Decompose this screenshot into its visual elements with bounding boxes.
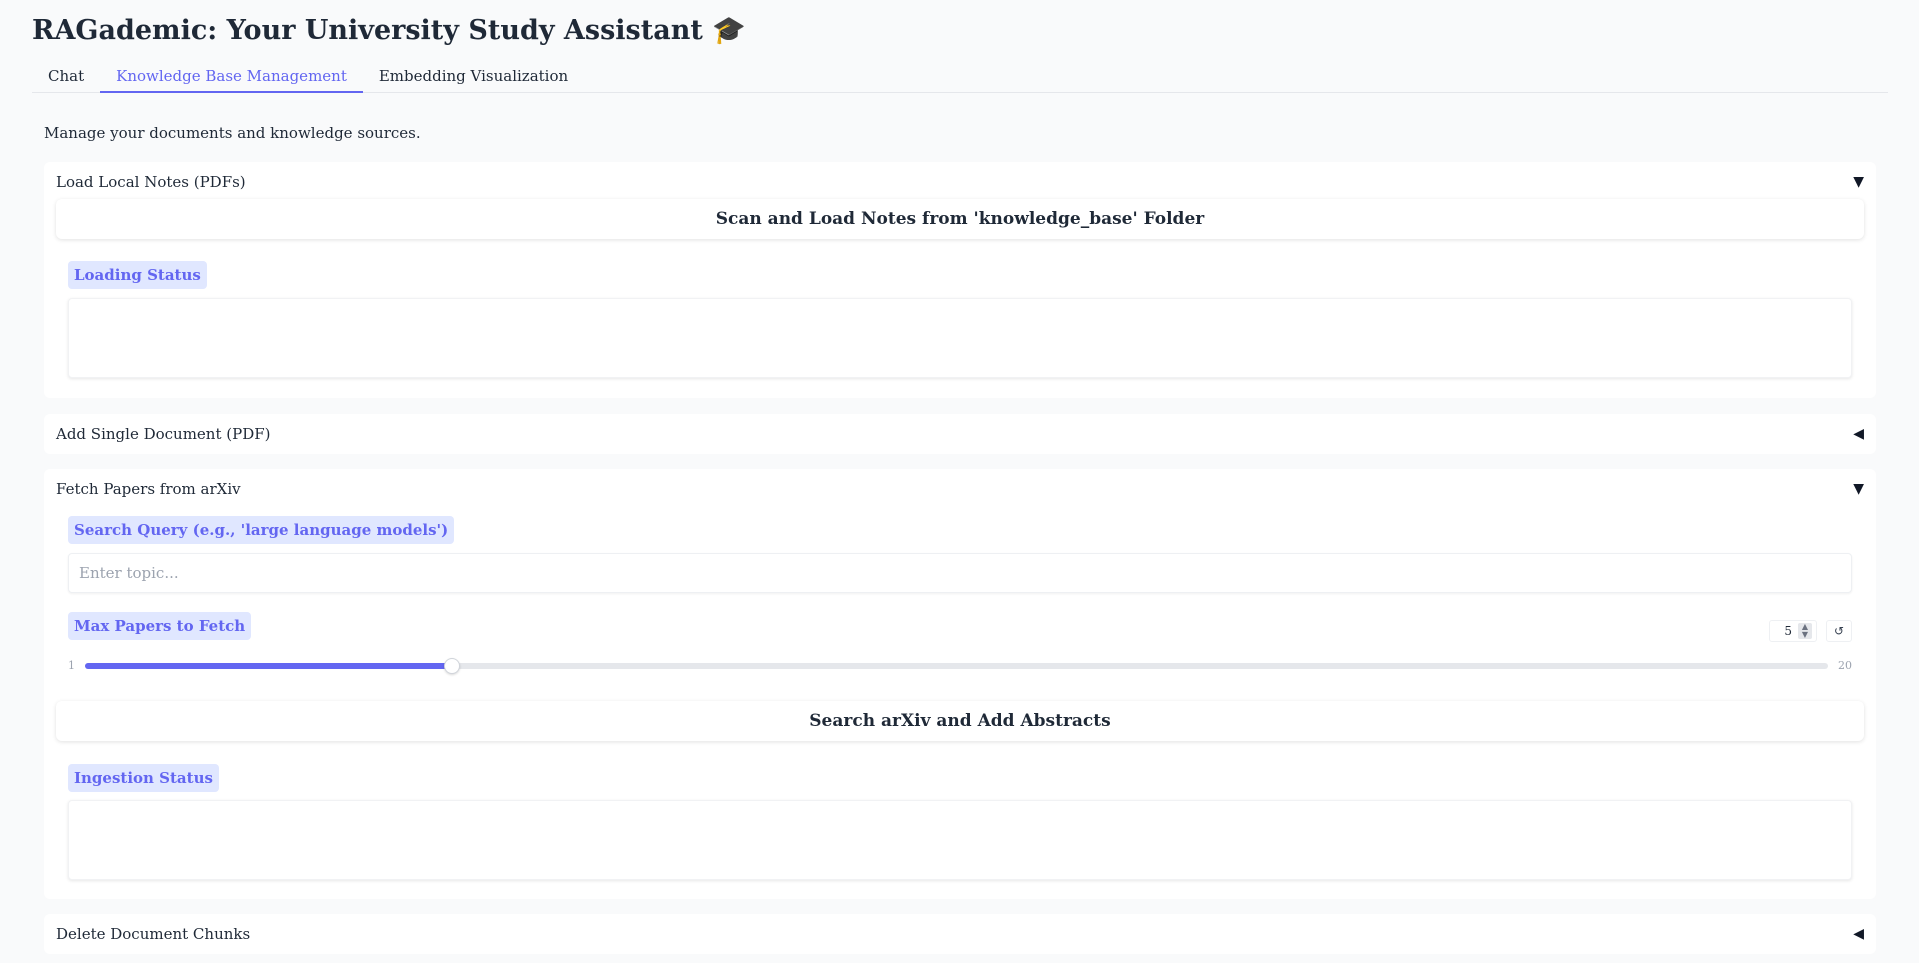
ingestion-status-output[interactable] [68,800,1852,880]
search-query-input[interactable] [68,553,1852,593]
caret-left-icon: ◀ [1853,926,1864,942]
caret-down-icon: ▼ [1853,174,1864,190]
loading-status-output[interactable] [68,298,1852,378]
accordion-delete-document-chunks: Delete Document Chunks ◀ [44,914,1876,954]
max-papers-value: 5 [1784,624,1792,638]
search-arxiv-button[interactable]: Search arXiv and Add Abstracts [56,701,1864,741]
accordion-title: Fetch Papers from arXiv [56,480,241,498]
updown-icon[interactable]: ▲ ▼ [1798,623,1812,639]
scan-load-notes-button[interactable]: Scan and Load Notes from 'knowledge_base… [56,199,1864,239]
app-title: RAGademic: Your University Study Assista… [32,15,746,46]
caret-down-icon: ▼ [1853,481,1864,497]
accordion-title: Add Single Document (PDF) [56,425,271,443]
accordion-load-local-notes: Load Local Notes (PDFs) ▼ Scan and Load … [44,162,1876,398]
accordion-header-add-single-document[interactable]: Add Single Document (PDF) ◀ [56,414,1864,454]
caret-left-icon: ◀ [1853,426,1864,442]
accordion-header-delete-document-chunks[interactable]: Delete Document Chunks ◀ [56,914,1864,954]
accordion-fetch-arxiv: Fetch Papers from arXiv ▼ Search Query (… [44,469,1876,899]
page-subtitle: Manage your documents and knowledge sour… [44,124,421,142]
tab-bar: Chat Knowledge Base Management Embedding… [32,63,1888,93]
max-papers-number-input[interactable]: 5 ▲ ▼ [1769,620,1817,642]
max-papers-slider[interactable] [85,658,1828,674]
accordion-title: Delete Document Chunks [56,925,251,943]
slider-min-label: 1 [68,659,75,672]
max-papers-label: Max Papers to Fetch [68,612,252,640]
accordion-header-fetch-arxiv[interactable]: Fetch Papers from arXiv ▼ [56,469,1864,509]
slider-max-label: 20 [1838,659,1852,672]
tab-embedding-visualization[interactable]: Embedding Visualization [363,63,584,93]
reset-icon[interactable]: ↺ [1826,620,1852,642]
loading-status-label: Loading Status [68,261,207,289]
slider-fill [85,663,452,669]
accordion-add-single-document: Add Single Document (PDF) ◀ [44,414,1876,454]
tab-knowledge-base-management[interactable]: Knowledge Base Management [100,63,363,93]
search-query-label: Search Query (e.g., 'large language mode… [68,516,455,544]
accordion-header-load-local-notes[interactable]: Load Local Notes (PDFs) ▼ [56,162,1864,202]
slider-thumb[interactable] [443,658,460,674]
ingestion-status-label: Ingestion Status [68,764,219,792]
accordion-title: Load Local Notes (PDFs) [56,173,246,191]
tab-chat[interactable]: Chat [32,63,100,93]
